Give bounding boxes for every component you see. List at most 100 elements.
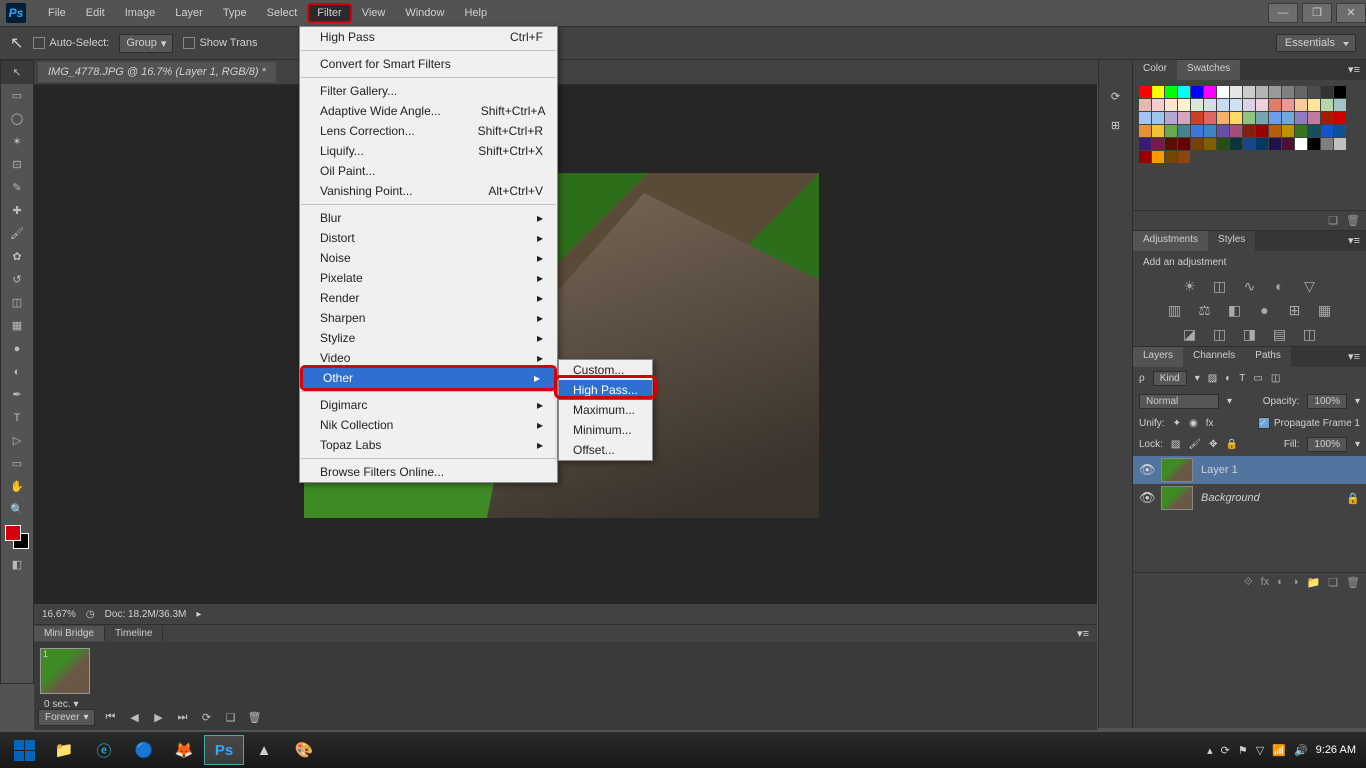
layer-name[interactable]: Background bbox=[1201, 492, 1260, 504]
tray-sync-icon[interactable]: ⟳ bbox=[1221, 744, 1230, 757]
swatch[interactable] bbox=[1256, 125, 1268, 137]
filter-stylize[interactable]: Stylize▸ bbox=[300, 328, 557, 348]
swatch[interactable] bbox=[1243, 99, 1255, 111]
swatch[interactable] bbox=[1139, 151, 1151, 163]
delete-frame-button[interactable]: 🗑 bbox=[245, 711, 263, 725]
next-frame-button[interactable]: ⏭ bbox=[173, 711, 191, 725]
new-frame-button[interactable]: ❏ bbox=[221, 711, 239, 725]
delete-swatch-icon[interactable]: 🗑 bbox=[1346, 214, 1360, 227]
unify-style-icon[interactable]: fx bbox=[1206, 418, 1214, 429]
swatch[interactable] bbox=[1191, 99, 1203, 111]
bal-icon[interactable]: ⚖ bbox=[1195, 302, 1215, 318]
filter-adaptive[interactable]: Adaptive Wide Angle...Shift+Ctrl+A bbox=[300, 101, 557, 121]
taskbar-app[interactable]: 🎨 bbox=[284, 735, 324, 765]
filter-smart-icon[interactable]: ◫ bbox=[1271, 373, 1280, 384]
menu-filter[interactable]: Filter bbox=[307, 3, 351, 23]
delete-layer-icon[interactable]: 🗑 bbox=[1346, 576, 1360, 589]
filter-digimarc[interactable]: Digimarc▸ bbox=[300, 395, 557, 415]
swatch[interactable] bbox=[1321, 99, 1333, 111]
swatch[interactable] bbox=[1217, 112, 1229, 124]
styles-tab[interactable]: Styles bbox=[1208, 231, 1255, 251]
filter-blur[interactable]: Blur▸ bbox=[300, 208, 557, 228]
mask-icon[interactable]: ◐ bbox=[1277, 576, 1284, 589]
swatch[interactable] bbox=[1321, 138, 1333, 150]
swatch[interactable] bbox=[1334, 125, 1346, 137]
opacity-field[interactable]: 100% bbox=[1307, 394, 1347, 409]
swatch[interactable] bbox=[1152, 99, 1164, 111]
swatch[interactable] bbox=[1230, 112, 1242, 124]
swatch[interactable] bbox=[1256, 99, 1268, 111]
taskbar-explorer[interactable]: 📁 bbox=[44, 735, 84, 765]
taskbar-chrome[interactable]: 🔵 bbox=[124, 735, 164, 765]
swatch[interactable] bbox=[1321, 86, 1333, 98]
swatch[interactable] bbox=[1308, 112, 1320, 124]
move-tool-icon[interactable]: ↖ bbox=[10, 33, 23, 53]
panel-menu-icon[interactable]: ▾≡ bbox=[1069, 627, 1097, 640]
gradient-map-icon[interactable]: ▤ bbox=[1270, 326, 1290, 342]
mixer-icon[interactable]: ⊞ bbox=[1285, 302, 1305, 318]
filter-sharpen[interactable]: Sharpen▸ bbox=[300, 308, 557, 328]
hand-tool[interactable]: ✋ bbox=[1, 475, 33, 498]
new-layer-icon[interactable]: ❏ bbox=[1328, 576, 1338, 589]
crop-tool[interactable]: ⊡ bbox=[1, 153, 33, 176]
group-icon[interactable]: 📁 bbox=[1306, 576, 1320, 589]
exposure-icon[interactable]: ◐ bbox=[1270, 278, 1290, 294]
swatch[interactable] bbox=[1282, 125, 1294, 137]
lookup-icon[interactable]: ▦ bbox=[1315, 302, 1335, 318]
swatch[interactable] bbox=[1165, 86, 1177, 98]
layer-row-layer1[interactable]: 👁 Layer 1 bbox=[1133, 456, 1366, 484]
swatch[interactable] bbox=[1204, 125, 1216, 137]
lasso-tool[interactable]: ◯ bbox=[1, 107, 33, 130]
mini-bridge-tab[interactable]: Mini Bridge bbox=[34, 626, 105, 641]
levels-icon[interactable]: ◫ bbox=[1210, 278, 1230, 294]
swatch[interactable] bbox=[1178, 125, 1190, 137]
swatch[interactable] bbox=[1295, 112, 1307, 124]
lock-pixels-icon[interactable]: 🖌 bbox=[1188, 439, 1201, 450]
swatch[interactable] bbox=[1243, 86, 1255, 98]
filter-oil-paint[interactable]: Oil Paint... bbox=[300, 161, 557, 181]
taskbar-vlc[interactable]: ▲ bbox=[244, 735, 284, 765]
photo-filter-icon[interactable]: ● bbox=[1255, 302, 1275, 318]
swatch[interactable] bbox=[1139, 112, 1151, 124]
prev-frame-button[interactable]: ◀ bbox=[125, 711, 143, 725]
panel-menu-icon[interactable]: ▾≡ bbox=[1342, 347, 1366, 367]
filter-vanishing-point[interactable]: Vanishing Point...Alt+Ctrl+V bbox=[300, 181, 557, 201]
properties-icon[interactable]: ⊞ bbox=[1111, 119, 1120, 132]
tray-volume-icon[interactable]: 🔊 bbox=[1294, 744, 1308, 757]
brightness-icon[interactable]: ☀ bbox=[1180, 278, 1200, 294]
swatch[interactable] bbox=[1152, 151, 1164, 163]
other-custom[interactable]: Custom... bbox=[559, 360, 652, 380]
swatch[interactable] bbox=[1269, 138, 1281, 150]
eyedropper-tool[interactable]: ✎ bbox=[1, 176, 33, 199]
timeline-frame[interactable]: 1 bbox=[40, 648, 90, 694]
tween-button[interactable]: ⟳ bbox=[197, 711, 215, 725]
curves-icon[interactable]: ∿ bbox=[1240, 278, 1260, 294]
shape-tool[interactable]: ▭ bbox=[1, 452, 33, 475]
paths-tab[interactable]: Paths bbox=[1245, 347, 1291, 367]
filter-noise[interactable]: Noise▸ bbox=[300, 248, 557, 268]
brush-tool[interactable]: 🖌 bbox=[1, 222, 33, 245]
filter-other[interactable]: Other▸ bbox=[303, 368, 554, 388]
swatch[interactable] bbox=[1230, 99, 1242, 111]
tray-network-icon[interactable]: 📶 bbox=[1272, 744, 1286, 757]
menu-image[interactable]: Image bbox=[115, 3, 166, 23]
swatch[interactable] bbox=[1334, 138, 1346, 150]
swatch[interactable] bbox=[1165, 138, 1177, 150]
swatch[interactable] bbox=[1217, 86, 1229, 98]
swatch[interactable] bbox=[1217, 125, 1229, 137]
clone-tool[interactable]: ✿ bbox=[1, 245, 33, 268]
panel-menu-icon[interactable]: ▾≡ bbox=[1342, 60, 1366, 80]
swatch[interactable] bbox=[1230, 86, 1242, 98]
tray-clock[interactable]: 9:26 AM bbox=[1316, 744, 1356, 756]
other-maximum[interactable]: Maximum... bbox=[559, 400, 652, 420]
menu-edit[interactable]: Edit bbox=[76, 3, 115, 23]
lock-all-icon[interactable]: 🔒 bbox=[1225, 439, 1237, 450]
timeline-tab[interactable]: Timeline bbox=[105, 626, 163, 641]
swatch[interactable] bbox=[1308, 99, 1320, 111]
swatch[interactable] bbox=[1243, 125, 1255, 137]
invert-icon[interactable]: ◪ bbox=[1180, 326, 1200, 342]
taskbar-ie[interactable]: ⓔ bbox=[84, 735, 124, 765]
quick-select-tool[interactable]: ✶ bbox=[1, 130, 33, 153]
zoom-tool[interactable]: 🔍 bbox=[1, 498, 33, 521]
swatch[interactable] bbox=[1165, 99, 1177, 111]
